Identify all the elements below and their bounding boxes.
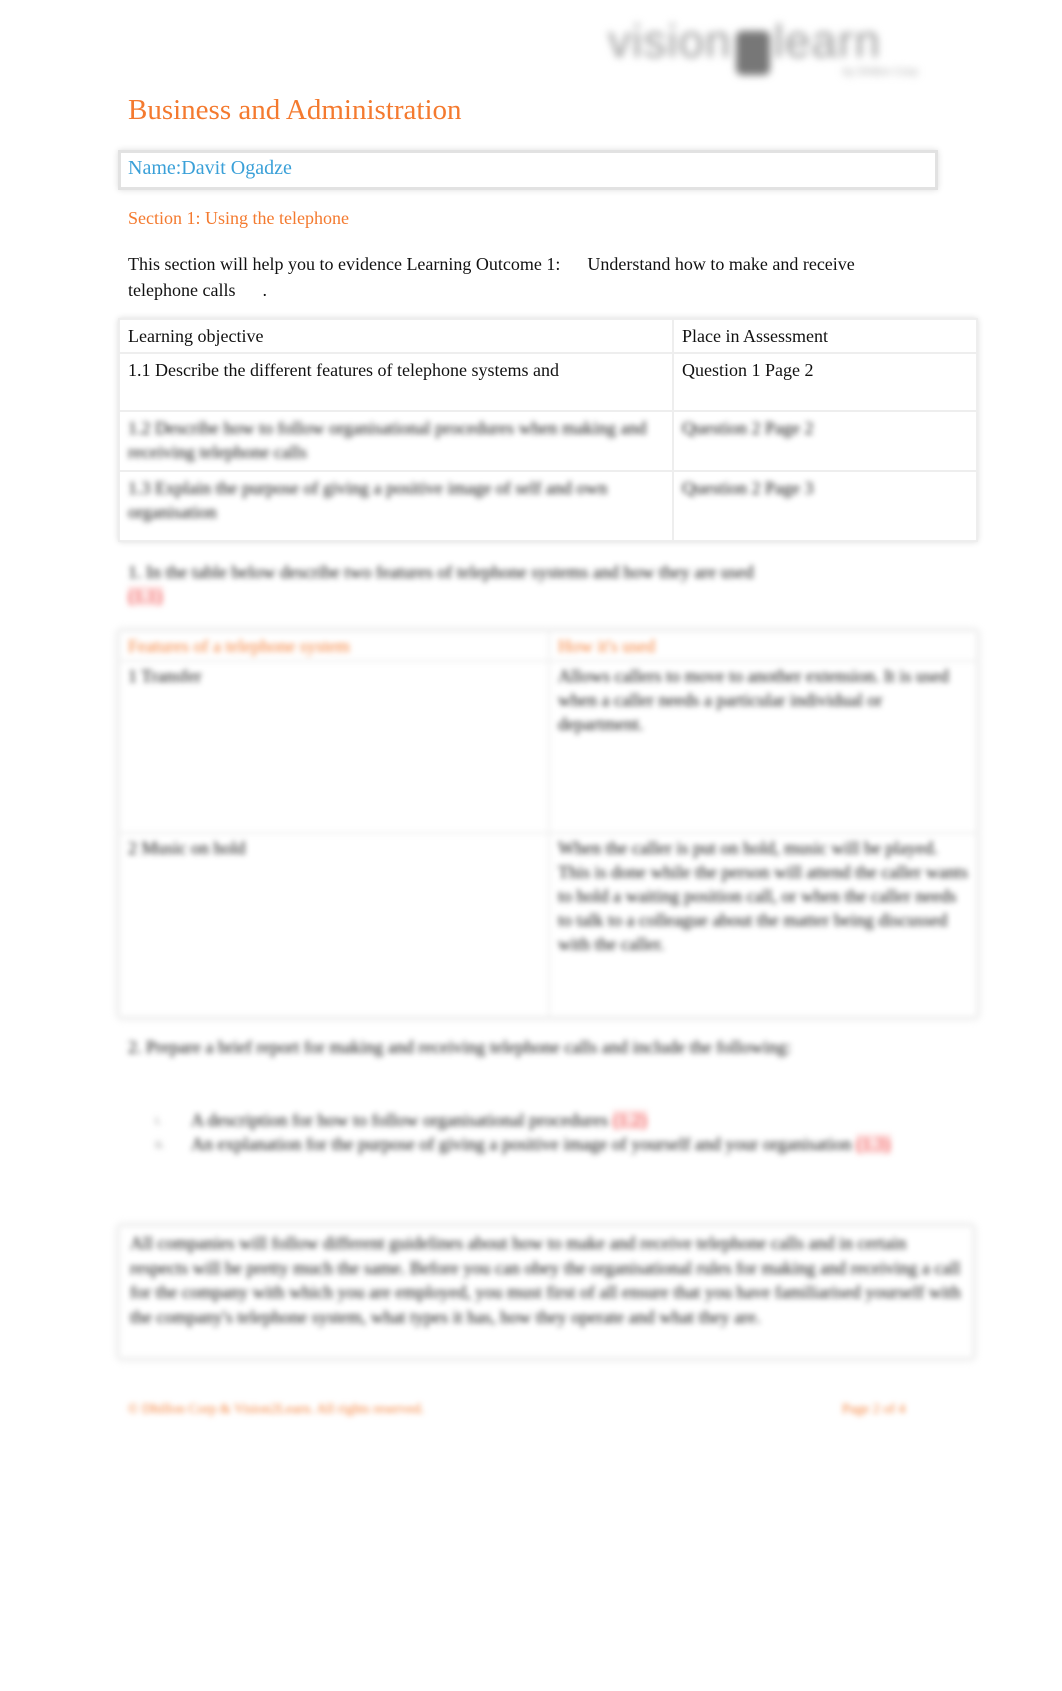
question-1-text: 1. In the table below describe two featu… [128, 562, 754, 582]
list-number: i. [155, 1113, 162, 1127]
intro-end: . [262, 280, 267, 300]
objective-cell: 1.3 Explain the purpose of giving a posi… [118, 470, 674, 542]
logo-word-2: learn [773, 15, 881, 67]
list-text: A description for how to follow organisa… [191, 1110, 609, 1130]
feature-cell: 1 Transfer [118, 660, 550, 834]
footer-page-number: Page 2 of 4 [842, 1402, 906, 1417]
question-1-marks: (1.1) [128, 586, 163, 606]
vision2learn-logo: vision learn by Dhillon Corp [608, 14, 928, 84]
table-header-row: Features of a telephone system How it's … [118, 630, 978, 662]
usage-cell: Allows callers to move to another extens… [548, 660, 978, 834]
list-item: i. A description for how to follow organ… [155, 1108, 895, 1132]
table-row: 1.3 Explain the purpose of giving a posi… [118, 470, 978, 542]
learner-name: Name:Davit Ogadze [128, 157, 292, 179]
list-marks: (1.3) [856, 1134, 891, 1154]
place-cell: Question 1 Page 2 [672, 352, 978, 412]
place-cell: Question 2 Page 2 [672, 410, 978, 472]
table-row: 2 Music on hold When the caller is put o… [118, 832, 978, 1018]
header-cell: How it's used [548, 630, 978, 662]
objective-cell: 1.2 Describe how to follow organisationa… [118, 410, 674, 472]
section-intro: This section will help you to evidence L… [128, 251, 888, 303]
footer-copyright: © Dhillon Corp & Vision2Learn. All right… [128, 1402, 425, 1417]
intro-part1: This section will help you to evidence L… [128, 254, 561, 274]
header-cell: Features of a telephone system [118, 630, 550, 662]
list-marks: (1.2) [612, 1110, 648, 1130]
place-cell: Question 2 Page 3 [672, 470, 978, 542]
usage-cell: When the caller is put on hold, music wi… [548, 832, 978, 1018]
question-2-list: i. A description for how to follow organ… [155, 1108, 895, 1156]
question-2-text: 2. Prepare a brief report for making and… [128, 1037, 792, 1057]
logo-word: vision [608, 15, 732, 67]
table-row: 1.1 Describe the different features of t… [118, 352, 978, 412]
logo-tagline: by Dhillon Corp [842, 66, 918, 78]
objectives-table: Learning objective Place in Assessment 1… [118, 318, 978, 542]
header-cell: Place in Assessment [672, 318, 978, 354]
answer-box[interactable]: All companies will follow different guid… [118, 1225, 974, 1359]
question-1: 1. In the table below describe two featu… [128, 560, 908, 608]
logo-mark-icon [735, 31, 770, 76]
objective-cell: 1.1 Describe the different features of t… [118, 352, 674, 412]
table-row: 1 Transfer Allows callers to move to ano… [118, 660, 978, 834]
header-cell: Learning objective [118, 318, 674, 354]
list-number: ii. [155, 1137, 165, 1151]
table-row: 1.2 Describe how to follow organisationa… [118, 410, 978, 472]
section-heading: Section 1: Using the telephone [128, 208, 349, 228]
table-header-row: Learning objective Place in Assessment [118, 318, 978, 354]
features-table: Features of a telephone system How it's … [118, 630, 978, 1018]
document-title: Business and Administration [128, 94, 462, 126]
list-text: An explanation for the purpose of giving… [191, 1134, 852, 1154]
feature-cell: 2 Music on hold [118, 832, 550, 1018]
list-item: ii. An explanation for the purpose of gi… [155, 1132, 895, 1156]
